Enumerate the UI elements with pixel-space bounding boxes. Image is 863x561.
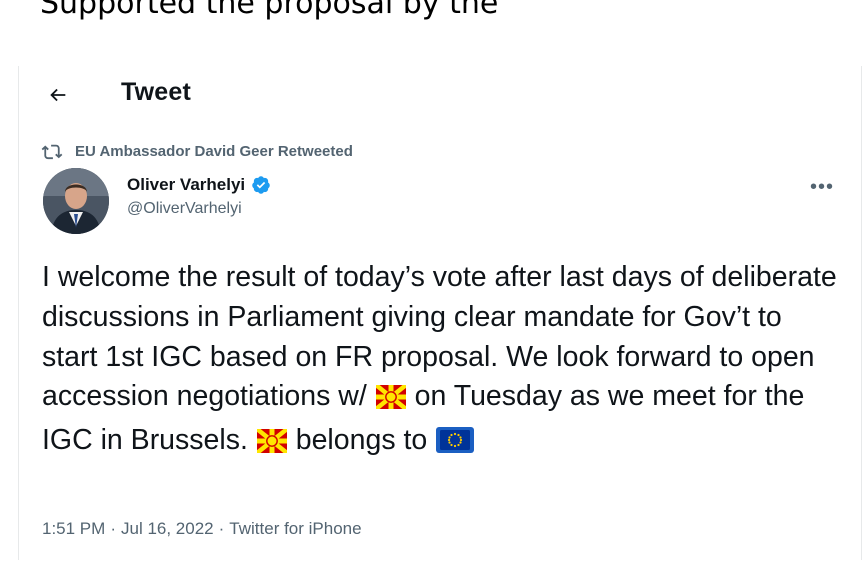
author-block: Oliver Varhelyi @OliverVarhelyi: [127, 175, 271, 218]
tweet-source[interactable]: Twitter for iPhone: [229, 519, 361, 539]
tweet-date[interactable]: Jul 16, 2022: [121, 519, 214, 539]
retweet-context-text: EU Ambassador David Geer Retweeted: [75, 142, 353, 160]
author-handle[interactable]: @OliverVarhelyi: [127, 200, 271, 218]
retweet-context[interactable]: EU Ambassador David Geer Retweeted: [41, 142, 353, 160]
flag-north-macedonia-icon: [374, 381, 408, 421]
tweet-time[interactable]: 1:51 PM: [42, 519, 105, 539]
tweet-meta: 1:51 PM · Jul 16, 2022 · Twitter for iPh…: [42, 519, 362, 539]
retweet-icon: [41, 142, 63, 160]
page-title: Tweet: [121, 78, 191, 106]
back-arrow-icon: [50, 88, 66, 102]
tweet-text: I welcome the result of today’s vote aft…: [42, 258, 842, 465]
more-options-button[interactable]: •••: [807, 174, 837, 200]
meta-separator: ·: [110, 519, 116, 538]
meta-separator: ·: [218, 519, 225, 538]
more-options-icon: •••: [809, 175, 834, 198]
flag-eu-icon: [436, 425, 475, 465]
tweet-header: Tweet: [19, 66, 861, 124]
back-button[interactable]: [41, 78, 75, 112]
author-name[interactable]: Oliver Varhelyi: [127, 175, 245, 195]
flag-north-macedonia-icon: [255, 425, 289, 465]
page-top-text: Supported the proposal by the: [40, 0, 499, 21]
avatar[interactable]: [43, 168, 109, 234]
verified-badge-icon: [252, 176, 270, 194]
tweet-card: Tweet EU Ambassador David Geer Retweeted…: [18, 66, 862, 560]
tweet-text-part3: belongs to: [295, 424, 428, 457]
